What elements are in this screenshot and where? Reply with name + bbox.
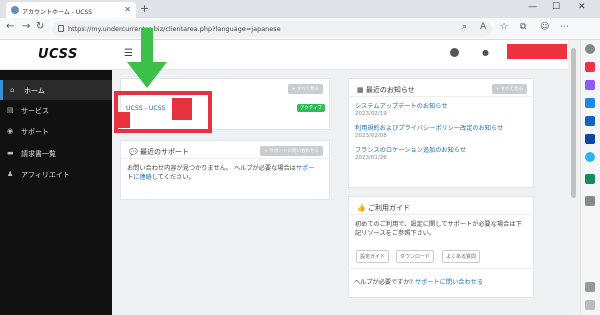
- lock-icon: [58, 25, 64, 32]
- support-text: してください。: [151, 174, 195, 181]
- sidebar-item-billing[interactable]: ▬ 請求書一覧: [0, 143, 112, 163]
- guide-divider: [348, 268, 534, 269]
- search-icon[interactable]: [585, 44, 595, 54]
- faq-button[interactable]: よくある質問: [442, 250, 481, 263]
- help-text: ヘルプが必要ですか?: [354, 279, 413, 286]
- browser-tab[interactable]: アカウントホーム - UCSS ✕: [6, 2, 136, 18]
- support-card-title: 最近のサポート: [139, 148, 189, 156]
- news-item-title[interactable]: 利用規約およびプライバシーポリシー改定のお知らせ: [355, 124, 527, 133]
- close-tab-icon[interactable]: ✕: [124, 5, 131, 14]
- news-card-header: ▦ 最近のお知らせ + すべて見る: [349, 79, 533, 97]
- sidebar-settings-icon[interactable]: [585, 282, 595, 292]
- redacted-block: [118, 112, 130, 128]
- chat-icon: 💬: [129, 148, 138, 156]
- add-icon[interactable]: [585, 196, 595, 206]
- sidebar-app-icon[interactable]: [585, 174, 595, 184]
- scrollbar-thumb[interactable]: [571, 48, 576, 198]
- status-badge: アクティブ: [297, 104, 326, 112]
- server-icon: ▤: [7, 106, 14, 114]
- tools-icon[interactable]: [585, 80, 595, 90]
- office-icon[interactable]: [585, 116, 595, 126]
- news-item-title[interactable]: フランスのロケーション追加のお知らせ: [355, 146, 527, 155]
- language-globe-icon[interactable]: [450, 48, 459, 57]
- collections-icon[interactable]: ⧉: [520, 22, 526, 32]
- news-item-date: 2023/01/26: [355, 155, 387, 161]
- support-card-header: 💬 最近のサポート + サポートに問い合わせる: [121, 141, 329, 159]
- games-icon[interactable]: [585, 98, 595, 108]
- redacted-username: [507, 44, 567, 59]
- shopping-icon[interactable]: [585, 62, 595, 72]
- support-card: 💬 最近のサポート + サポートに問い合わせる お問い合わせ内容が見つかりません…: [120, 140, 330, 200]
- home-icon: ⌂: [10, 86, 15, 94]
- news-view-all-button[interactable]: + すべて見る: [491, 84, 527, 94]
- address-bar[interactable]: https://my.undercurrentss.biz/clientarea…: [52, 21, 492, 37]
- help-line: ヘルプが必要ですか? サポートに問い合わせる: [354, 278, 483, 287]
- sidebar-item-label: サポート: [21, 128, 49, 136]
- news-card-title: 最近のお知らせ: [365, 86, 415, 94]
- sidebar-item-services[interactable]: ▤ サービス: [0, 100, 112, 120]
- sidebar-item-support[interactable]: ◉ サポート: [0, 121, 112, 141]
- news-item-date: 2023/02/08: [355, 133, 387, 139]
- services-view-all-button[interactable]: + すべて見る: [287, 84, 323, 94]
- reload-icon[interactable]: ↻: [36, 21, 44, 32]
- url-text: https://my.undercurrentss.biz/clientarea…: [68, 25, 281, 33]
- sidebar-toggle-icon[interactable]: [585, 300, 595, 310]
- user-icon[interactable]: ●: [482, 48, 489, 57]
- support-text: お問い合わせ内容が見つかりません。 ヘルプが必要な場合は: [127, 165, 296, 172]
- sidebar-item-label: ホーム: [24, 87, 45, 95]
- thumbs-up-icon: 👍: [357, 204, 366, 212]
- support-empty-message: お問い合わせ内容が見つかりません。 ヘルプが必要な場合はサポー トに連絡してくだ…: [121, 159, 329, 182]
- sidebar-item-label: 請求書一覧: [21, 150, 56, 158]
- profile-icon[interactable]: ☺: [540, 22, 549, 32]
- more-icon[interactable]: ⋯: [560, 22, 569, 32]
- outlook-icon[interactable]: [585, 134, 595, 144]
- favicon-icon: [11, 6, 19, 14]
- news-item-date: 2023/02/19: [355, 111, 387, 117]
- support-icon: ◉: [7, 127, 14, 135]
- affiliate-icon: ♟: [7, 170, 14, 178]
- favorite-icon[interactable]: ☆: [500, 22, 508, 32]
- open-ticket-button[interactable]: + サポートに問い合わせる: [260, 146, 323, 156]
- support-link[interactable]: サポー: [296, 165, 315, 172]
- minimize-icon[interactable]: —: [528, 2, 537, 12]
- guide-text: 初めてのご利用で、設定に関してサポートが必要な場合は下記リソースをご参照下さい。: [355, 221, 522, 237]
- back-icon[interactable]: ←: [6, 21, 14, 32]
- site-logo[interactable]: UCSS: [38, 47, 78, 62]
- sidebar-item-home[interactable]: ⌂ ホーム: [0, 80, 112, 100]
- news-icon: ▦: [357, 86, 364, 94]
- guide-card-title: ご利用ガイド: [367, 204, 410, 212]
- annotation-arrow-head: [127, 62, 167, 88]
- sidebar-item-affiliate[interactable]: ♟ アフィリエイト: [0, 164, 112, 184]
- contact-support-link[interactable]: サポートに問い合わせる: [415, 279, 483, 286]
- maximize-icon[interactable]: ☐: [552, 2, 560, 12]
- billing-icon: ▬: [7, 149, 14, 157]
- read-aloud-icon[interactable]: A: [480, 22, 486, 32]
- zoom-icon[interactable]: ⌕: [462, 22, 467, 32]
- forward-icon[interactable]: →: [22, 21, 30, 32]
- support-link[interactable]: に連絡: [133, 174, 152, 181]
- news-item-title[interactable]: システムアップデートのお知らせ: [355, 102, 527, 111]
- sidebar-item-label: アフィリエイト: [21, 171, 70, 179]
- download-button[interactable]: ダウンロード: [396, 250, 435, 263]
- guide-card-header: 👍 ご利用ガイド: [349, 197, 533, 215]
- menu-toggle-icon[interactable]: ☰: [124, 48, 133, 59]
- news-list: システムアップデートのお知らせ 2023/02/19 利用規約およびプライバシー…: [349, 97, 533, 161]
- annotation-arrow-shaft: [141, 28, 153, 64]
- sidebar-item-label: サービス: [21, 107, 49, 115]
- news-card: ▦ 最近のお知らせ + すべて見る システムアップデートのお知らせ 2023/0…: [348, 78, 534, 188]
- redacted-block: [172, 98, 192, 120]
- setup-guide-button[interactable]: 設定ガイド: [356, 250, 390, 263]
- close-window-icon[interactable]: ✕: [578, 2, 586, 12]
- drop-icon[interactable]: [585, 152, 595, 162]
- tab-title: アカウントホーム - UCSS: [22, 9, 92, 16]
- new-tab-button[interactable]: +: [140, 2, 149, 15]
